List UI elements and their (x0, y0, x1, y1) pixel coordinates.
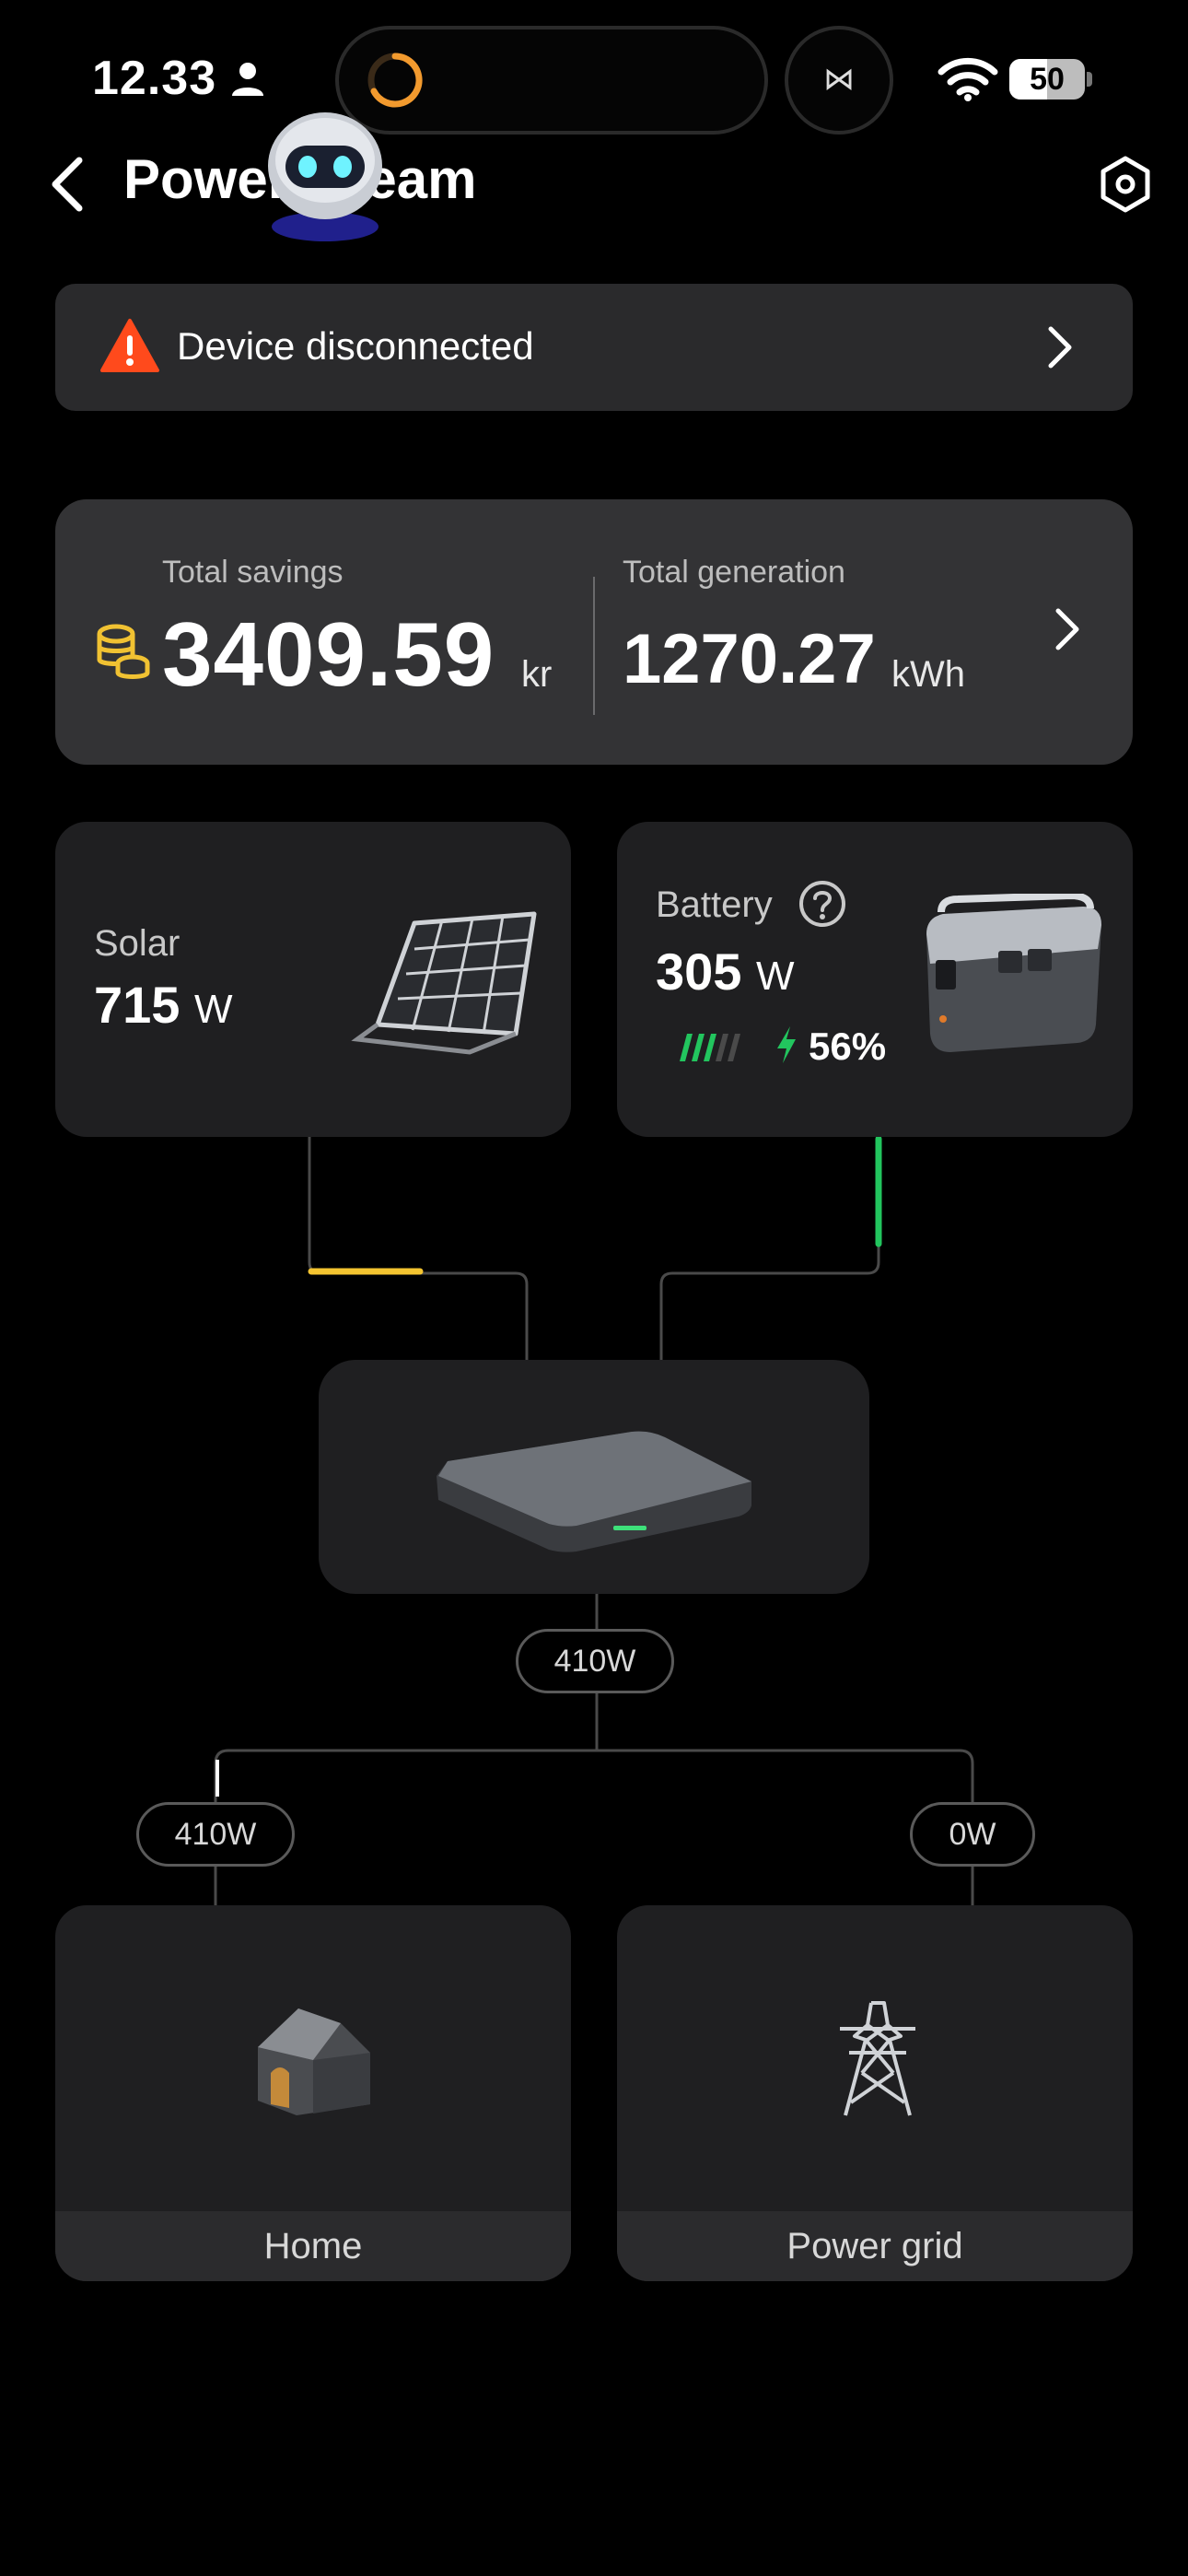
home-label: Home (55, 2211, 571, 2281)
battery-label: Battery (656, 884, 773, 925)
solar-label: Solar (94, 923, 181, 964)
power-grid-card[interactable]: Power grid (617, 1905, 1133, 2281)
battery-power: 305 W (656, 942, 795, 1001)
battery-soc: 56% (809, 1025, 887, 1068)
solar-power-unit: W (194, 987, 233, 1032)
battery-level-bar (680, 1034, 693, 1061)
battery-level-bar (728, 1034, 740, 1061)
battery-level-bar (704, 1034, 716, 1061)
power-station-icon (926, 894, 1101, 1052)
solar-power-value: 715 (94, 976, 181, 1034)
solar-card[interactable]: Solar 715 W (55, 822, 571, 1137)
solar-panel-icon (351, 911, 537, 1055)
hub-output-pill: 410W (516, 1629, 674, 1693)
battery-power-value: 305 (656, 943, 742, 1001)
microinverter-icon (437, 1431, 751, 1552)
home-output-pill: 410W (136, 1802, 295, 1867)
power-tower-icon (840, 2001, 915, 2116)
solar-power: 715 W (94, 975, 233, 1035)
help-question-icon[interactable] (798, 879, 847, 929)
battery-level-bars (680, 1034, 740, 1061)
grid-label: Power grid (617, 2211, 1133, 2281)
battery-level-bar (716, 1034, 728, 1061)
charging-bolt-icon (777, 1026, 796, 1063)
battery-card[interactable]: Battery 305 W 56% (617, 822, 1133, 1137)
battery-power-unit: W (756, 954, 795, 999)
grid-output-pill: 0W (910, 1802, 1035, 1867)
powerstream-hub-card[interactable] (319, 1360, 869, 1594)
home-card[interactable]: Home (55, 1905, 571, 2281)
battery-level-bar (692, 1034, 705, 1061)
house-icon (258, 2008, 370, 2115)
